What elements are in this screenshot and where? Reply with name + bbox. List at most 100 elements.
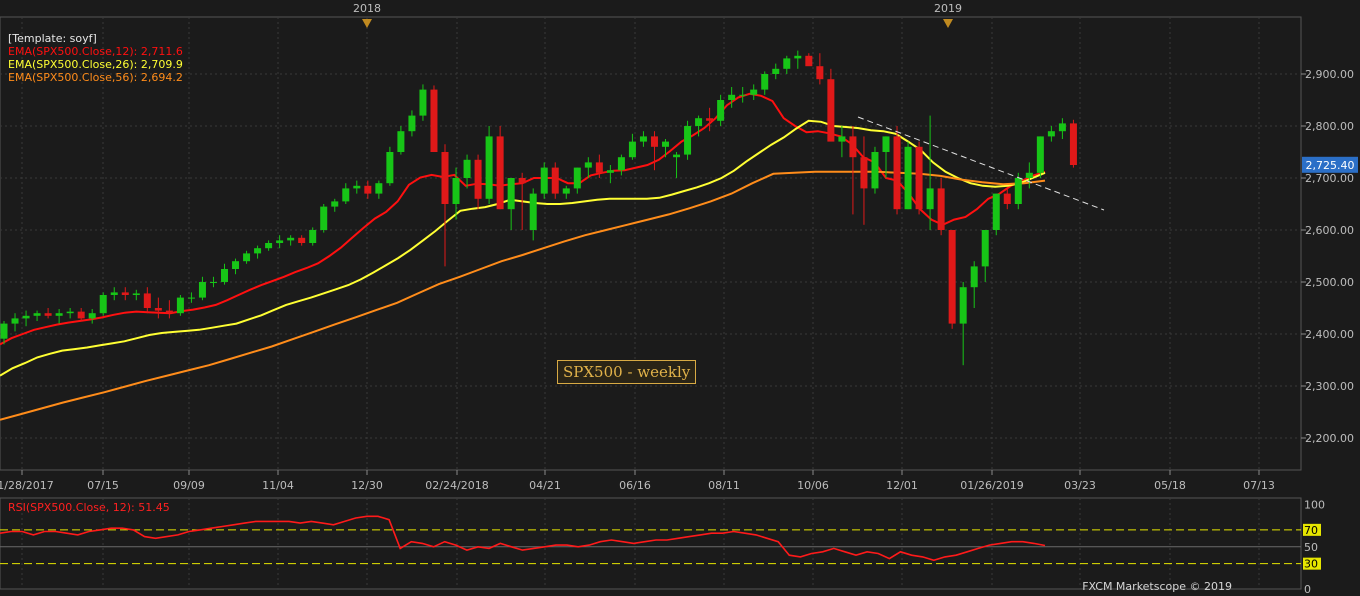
- y-tick-label: 2,700.00: [1305, 172, 1354, 185]
- candle-body: [981, 230, 989, 267]
- candle-body: [0, 323, 8, 339]
- candle-body: [606, 170, 614, 173]
- candle-body: [728, 94, 736, 100]
- ema26-label: EMA(SPX500.Close,26): 2,709.9: [8, 58, 183, 71]
- candle-body: [750, 89, 758, 95]
- x-tick-label: 02/24/2018: [425, 479, 488, 492]
- ema56-label: EMA(SPX500.Close,56): 2,694.2: [8, 71, 183, 84]
- chart-canvas: 2,200.00 2,300.00 2,400.00 2,500.00 2,600.00…: [0, 2, 1358, 596]
- candles: [0, 50, 1077, 366]
- candle-body: [265, 243, 273, 249]
- x-tick-label: 12/01: [886, 479, 918, 492]
- y-tick-label: 2,200.00: [1305, 432, 1354, 445]
- candle-body: [639, 136, 647, 142]
- x-tick-label: 11/04: [262, 479, 294, 492]
- candle-body: [276, 240, 284, 243]
- candle-body: [99, 295, 107, 314]
- candle-body: [562, 188, 570, 194]
- candle-body: [309, 230, 317, 243]
- x-tick-label: 12/30: [351, 479, 383, 492]
- candle-body: [121, 292, 129, 295]
- rsi-tick-label: 30: [1304, 558, 1318, 571]
- credit-text: FXCM Marketscope © 2019: [1082, 580, 1232, 593]
- candle-body: [849, 136, 857, 158]
- candle-body: [595, 162, 603, 173]
- candle-body: [772, 68, 780, 74]
- candle-body: [673, 154, 681, 158]
- candle-body: [783, 58, 791, 69]
- template-label: [Template: soyf]: [8, 32, 97, 45]
- x-tick-label: 10/06: [797, 479, 829, 492]
- candle-body: [970, 266, 978, 288]
- candle-body: [187, 297, 195, 299]
- candle-body: [88, 313, 96, 319]
- candle-body: [143, 293, 151, 308]
- current-price-label: 2,725.40: [1306, 159, 1355, 172]
- axes: 2,200.00 2,300.00 2,400.00 2,500.00 2,600.00…: [0, 2, 1358, 596]
- candle-body: [706, 118, 714, 121]
- x-tick-label: 05/18: [1154, 479, 1186, 492]
- candle-body: [154, 308, 162, 311]
- candle-body: [717, 100, 725, 121]
- candle-body: [1047, 131, 1055, 137]
- candle-body: [298, 237, 306, 243]
- candle-body: [1003, 193, 1011, 204]
- rsi-label: RSI(SPX500.Close, 12): 51.45: [8, 501, 170, 514]
- candle-body: [243, 253, 251, 262]
- candle-body: [926, 188, 934, 210]
- candle-body: [882, 136, 890, 152]
- candle-body: [959, 287, 967, 324]
- candle-body: [430, 89, 438, 152]
- candle-body: [948, 230, 956, 324]
- candle-body: [915, 146, 923, 210]
- candle-body: [452, 178, 460, 204]
- ema-line-26: [0, 119, 1046, 377]
- grid: [0, 16, 1302, 590]
- x-tick-label: 06/16: [619, 479, 651, 492]
- candle-body: [176, 297, 184, 314]
- candle-body: [408, 115, 416, 132]
- candle-body: [584, 162, 592, 168]
- candle-body: [320, 206, 328, 230]
- candle-body: [529, 193, 537, 230]
- candle-body: [551, 167, 559, 194]
- candle-body: [441, 152, 449, 204]
- candle-body: [397, 131, 405, 152]
- rsi-tick-label: 0: [1304, 583, 1311, 596]
- candle-body: [628, 141, 636, 158]
- rsi-line: [0, 515, 1046, 562]
- candle-body: [507, 178, 515, 210]
- candle-body: [1036, 136, 1044, 173]
- candle-body: [871, 152, 879, 189]
- y-tick-label: 2,800.00: [1305, 120, 1354, 133]
- candle-body: [1025, 172, 1033, 178]
- x-tick-label: 01/26/2019: [960, 479, 1023, 492]
- candle-body: [221, 269, 228, 282]
- candle-body: [22, 315, 30, 319]
- candle-body: [209, 282, 217, 283]
- y-tick-label: 2,900.00: [1305, 68, 1354, 81]
- x-tick-label: 08/11: [708, 479, 740, 492]
- candle-body: [386, 152, 394, 184]
- candle-body: [66, 311, 74, 314]
- year-marker-label: 2019: [934, 2, 962, 15]
- candle-body: [816, 66, 824, 80]
- candle-body: [518, 178, 526, 184]
- candle-body: [353, 185, 361, 189]
- candle-body: [893, 136, 901, 210]
- candle-body: [232, 261, 240, 269]
- candle-body: [198, 282, 206, 298]
- candle-body: [617, 157, 625, 171]
- x-tick-label: 01/28/2017: [0, 479, 54, 492]
- y-tick-label: 2,400.00: [1305, 328, 1354, 341]
- y-tick-label: 2,600.00: [1305, 224, 1354, 237]
- candle-body: [33, 313, 41, 316]
- candle-body: [1058, 123, 1066, 132]
- candle-body: [474, 159, 482, 199]
- x-tick-label: 09/09: [173, 479, 205, 492]
- candle-body: [419, 89, 427, 116]
- rsi-tick-label: 70: [1304, 524, 1318, 537]
- candle-body: [287, 237, 295, 241]
- candle-body: [485, 136, 493, 199]
- candle-body: [11, 318, 19, 324]
